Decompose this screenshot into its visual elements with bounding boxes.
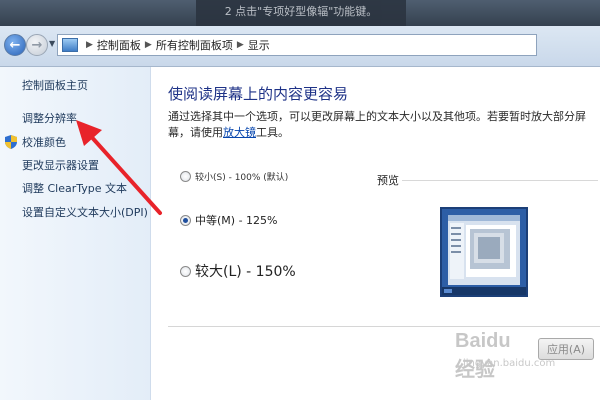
radio-smaller[interactable] (180, 171, 191, 182)
nav-adjust-cleartype[interactable]: 调整 ClearType 文本 (22, 180, 127, 196)
option-smaller-label: 较小(S) - 100% (默认) (195, 173, 289, 183)
option-larger[interactable]: 较大(L) - 150% (180, 261, 296, 281)
radio-larger[interactable] (180, 265, 191, 277)
apply-button[interactable]: 应用(A) (538, 338, 594, 360)
tutorial-banner: 2 点击"专项好型像辐"功能键。 (196, 0, 406, 26)
preview-image (440, 207, 528, 297)
magnifier-link[interactable]: 放大镜 (223, 126, 256, 139)
chevron-right-icon[interactable]: ▶ (86, 40, 93, 50)
address-bar[interactable]: ▶ 控制面板 ▶ 所有控制面板项 ▶ 显示 (57, 34, 537, 56)
nav-custom-text-size[interactable]: 设置自定义文本大小(DPI) (22, 204, 148, 220)
option-smaller[interactable]: 较小(S) - 100% (默认) (180, 170, 288, 183)
bottom-divider (168, 326, 600, 327)
chevron-right-icon[interactable]: ▶ (145, 40, 152, 50)
nav-control-panel-home[interactable]: 控制面板主页 (22, 77, 88, 93)
top-banner-strip: 2 点击"专项好型像辐"功能键。 (0, 0, 600, 26)
address-bar-row: ← → ▼ ▶ 控制面板 ▶ 所有控制面板项 ▶ 显示 (0, 26, 600, 67)
radio-medium[interactable] (180, 214, 191, 226)
description-tail: 工具。 (256, 126, 289, 139)
forward-button[interactable]: → (26, 34, 48, 56)
option-medium-label: 中等(M) - 125% (195, 214, 278, 227)
breadcrumb-display[interactable]: 显示 (248, 37, 270, 53)
preview-divider (402, 180, 598, 181)
chevron-right-icon[interactable]: ▶ (237, 40, 244, 50)
breadcrumb-all-items[interactable]: 所有控制面板项 (156, 37, 233, 53)
shield-icon (5, 135, 17, 149)
option-larger-label: 较大(L) - 150% (195, 264, 296, 280)
preview-label: 预览 (377, 174, 399, 187)
control-panel-icon (62, 38, 78, 52)
option-medium[interactable]: 中等(M) - 125% (180, 212, 277, 228)
breadcrumb-control-panel[interactable]: 控制面板 (97, 37, 141, 53)
nav-change-display-settings[interactable]: 更改显示器设置 (22, 157, 99, 173)
nav-calibrate-color[interactable]: 校准颜色 (22, 134, 66, 150)
page-title: 使阅读屏幕上的内容更容易 (168, 85, 349, 103)
nav-adjust-resolution[interactable]: 调整分辨率 (22, 110, 77, 126)
left-nav-panel: 控制面板主页 调整分辨率 校准颜色 更改显示器设置 调整 ClearType 文… (0, 67, 151, 400)
page-description: 通过选择其中一个选项，可以更改屏幕上的文本大小以及其他项。若要暂时放大部分屏幕，… (168, 109, 588, 141)
watermark-brand: Baidu 经验 (455, 330, 511, 381)
recent-pages-dropdown[interactable]: ▼ (49, 39, 55, 48)
back-button[interactable]: ← (4, 34, 26, 56)
